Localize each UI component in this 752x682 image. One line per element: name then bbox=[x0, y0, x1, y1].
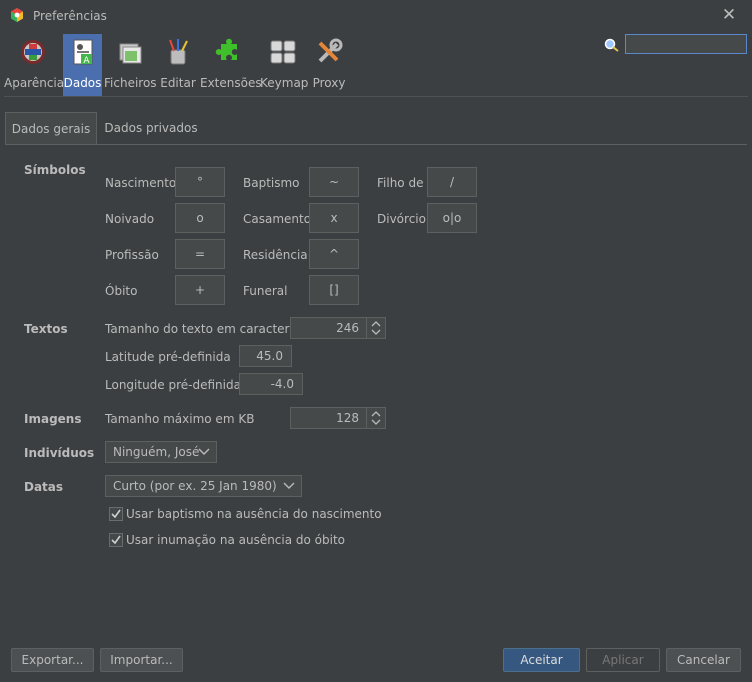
toolbar-item-extensions[interactable]: Extensões bbox=[200, 34, 262, 96]
child-of-symbol-label: Filho de bbox=[377, 176, 424, 190]
tools-icon bbox=[318, 38, 343, 63]
texts-section-label: Textos bbox=[24, 322, 68, 336]
toolbar-label: Keymap bbox=[260, 76, 309, 90]
toolbar-item-appearance[interactable]: Aparência bbox=[4, 34, 65, 96]
import-button[interactable]: Importar... bbox=[100, 648, 183, 672]
text-size-label: Tamanho do texto em caracteres bbox=[105, 322, 303, 336]
folders-icon bbox=[119, 43, 142, 64]
data-icon: A bbox=[73, 39, 92, 66]
toolbar-divider bbox=[4, 96, 748, 97]
toolbar-label: Aparência bbox=[4, 76, 65, 90]
birth-symbol-label: Nascimento bbox=[105, 176, 177, 190]
toolbar-item-keymap[interactable]: Keymap bbox=[260, 34, 309, 96]
divorce-symbol-field[interactable]: o|o bbox=[427, 203, 477, 233]
residence-symbol-field[interactable]: ^ bbox=[309, 239, 359, 269]
tab-divider bbox=[5, 144, 747, 145]
tab-private-data[interactable]: Dados privados bbox=[97, 112, 205, 144]
toolbar-label: Editar bbox=[160, 76, 196, 90]
edit-icon bbox=[169, 39, 188, 65]
profession-symbol-field[interactable]: = bbox=[175, 239, 225, 269]
latitude-field[interactable]: 45.0 bbox=[239, 345, 292, 367]
search-input[interactable] bbox=[625, 34, 747, 54]
individual-select-value: Ninguém, José bbox=[113, 445, 200, 459]
accept-button[interactable]: Aceitar bbox=[503, 648, 580, 672]
death-symbol-field[interactable]: + bbox=[175, 275, 225, 305]
toolbar-item-proxy[interactable]: Proxy bbox=[310, 34, 348, 96]
keyboard-icon bbox=[270, 40, 296, 64]
divorce-symbol-label: Divórcio bbox=[377, 212, 426, 226]
chevron-down-icon bbox=[198, 448, 210, 455]
export-button[interactable]: Exportar... bbox=[11, 648, 94, 672]
spinner-arrows-icon[interactable] bbox=[366, 408, 385, 428]
birth-symbol-field[interactable]: ° bbox=[175, 167, 225, 197]
window-title: Preferências bbox=[33, 9, 107, 23]
longitude-field[interactable]: -4.0 bbox=[239, 373, 303, 395]
tab-label: Dados gerais bbox=[11, 122, 91, 136]
baptism-checkbox-label[interactable]: Usar baptismo na ausência do nascimento bbox=[126, 507, 382, 521]
burial-checkbox-label[interactable]: Usar inumação na ausência do óbito bbox=[126, 533, 345, 547]
checkmark-icon bbox=[111, 509, 121, 519]
baptism-symbol-field[interactable]: ~ bbox=[309, 167, 359, 197]
app-logo-icon bbox=[11, 8, 23, 22]
date-format-select[interactable]: Curto (por ex. 25 Jan 1980) bbox=[105, 475, 302, 497]
funeral-symbol-field[interactable]: [] bbox=[309, 275, 359, 305]
profession-symbol-label: Profissão bbox=[105, 248, 159, 262]
cancel-button[interactable]: Cancelar bbox=[666, 648, 741, 672]
latitude-label: Latitude pré-definida bbox=[105, 350, 231, 364]
toolbar-item-files[interactable]: Ficheiros bbox=[104, 34, 157, 96]
marriage-symbol-label: Casamento bbox=[243, 212, 312, 226]
toolbar-label: Extensões bbox=[200, 76, 262, 90]
search-icon bbox=[604, 38, 619, 52]
max-image-size-label: Tamanho máximo em KB bbox=[105, 412, 255, 426]
longitude-label: Longitude pré-definida bbox=[105, 378, 241, 392]
toolbar-label: Proxy bbox=[312, 76, 346, 90]
dates-section-label: Datas bbox=[24, 480, 64, 494]
residence-symbol-label: Residência bbox=[243, 248, 308, 262]
max-image-size-spinner[interactable]: 128 bbox=[290, 407, 386, 429]
apply-button[interactable]: Aplicar bbox=[586, 648, 660, 672]
child-of-symbol-field[interactable]: / bbox=[427, 167, 477, 197]
date-format-value: Curto (por ex. 25 Jan 1980) bbox=[113, 479, 277, 493]
puzzle-icon bbox=[215, 38, 237, 60]
tab-general-data[interactable]: Dados gerais bbox=[5, 112, 97, 144]
toolbar-item-data[interactable]: A Dados bbox=[63, 34, 102, 96]
close-icon[interactable]: ✕ bbox=[721, 6, 737, 24]
tab-label: Dados privados bbox=[104, 121, 198, 135]
spinner-arrows-icon[interactable] bbox=[366, 318, 385, 338]
individual-select[interactable]: Ninguém, José bbox=[105, 441, 217, 463]
death-symbol-label: Óbito bbox=[105, 284, 138, 298]
baptism-symbol-label: Baptismo bbox=[243, 176, 300, 190]
marriage-symbol-field[interactable]: x bbox=[309, 203, 359, 233]
max-image-size-value: 128 bbox=[336, 411, 359, 425]
engagement-symbol-label: Noivado bbox=[105, 212, 155, 226]
funeral-symbol-label: Funeral bbox=[243, 284, 288, 298]
svg-text:A: A bbox=[83, 56, 90, 66]
engagement-symbol-field[interactable]: o bbox=[175, 203, 225, 233]
burial-checkbox[interactable] bbox=[109, 533, 123, 547]
text-size-spinner[interactable]: 246 bbox=[290, 317, 386, 339]
symbols-section-label: Símbolos bbox=[24, 163, 86, 177]
images-section-label: Imagens bbox=[24, 412, 82, 426]
title-bar bbox=[0, 0, 752, 32]
toolbar-label: Ficheiros bbox=[104, 76, 157, 90]
toolbar-label: Dados bbox=[63, 76, 102, 90]
individuals-section-label: Indivíduos bbox=[24, 446, 95, 460]
chevron-down-icon bbox=[283, 482, 295, 489]
baptism-checkbox[interactable] bbox=[109, 507, 123, 521]
text-size-value: 246 bbox=[336, 321, 359, 335]
appearance-icon bbox=[21, 40, 45, 64]
toolbar-item-edit[interactable]: Editar bbox=[159, 34, 197, 96]
checkmark-icon bbox=[111, 535, 121, 545]
